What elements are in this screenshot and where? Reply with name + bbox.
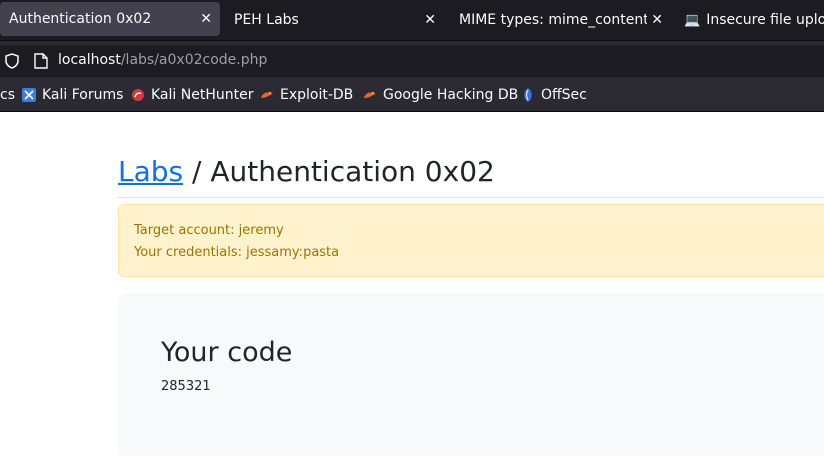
bookmark-offsec[interactable]: OffSec (521, 87, 587, 103)
bookmark-kali-nethunter[interactable]: Kali NetHunter (131, 87, 253, 103)
tab-label: Insecure file upload (706, 12, 824, 28)
url-path: /labs/a0x02code.php (120, 52, 268, 68)
url-bar[interactable]: localhost/labs/a0x02code.php (0, 45, 824, 77)
shield-icon[interactable] (4, 53, 20, 69)
credentials-text: Your credentials: jessamy:pasta (134, 245, 340, 260)
tab-bar: Authentication 0x02 ✕ PEH Labs ✕ MIME ty… (0, 0, 824, 40)
tab-mime-types[interactable]: MIME types: mime_content_t ✕ (451, 0, 669, 40)
close-icon[interactable]: ✕ (651, 12, 663, 28)
bookmark-google-hacking-db[interactable]: Google Hacking DB (363, 87, 518, 103)
credentials-alert: Target account: jeremy Your credentials:… (118, 204, 824, 277)
tab-label: PEH Labs (234, 12, 299, 28)
bookmark-label: OffSec (541, 87, 587, 103)
exploit-db-icon (261, 91, 273, 98)
bookmark-label: Kali NetHunter (151, 87, 254, 103)
page-icon[interactable] (34, 53, 48, 69)
bookmark-label: Google Hacking DB (383, 87, 519, 103)
tab-label: MIME types: mime_content_t (459, 12, 647, 28)
tab-label: Authentication 0x02 (9, 11, 152, 27)
offsec-icon (524, 88, 532, 102)
bookmark-kali-forums[interactable]: Kali Forums (22, 87, 123, 103)
ghdb-icon (364, 91, 376, 98)
tab-peh-labs[interactable]: PEH Labs ✕ (226, 0, 444, 40)
labs-breadcrumb-link[interactable]: Labs (118, 155, 183, 188)
bookmark-label: Exploit-DB (280, 87, 354, 103)
bookmark-exploit-db[interactable]: Exploit-DB (260, 87, 353, 103)
kali-forums-icon (22, 88, 36, 102)
url-text[interactable]: localhost/labs/a0x02code.php (58, 52, 267, 68)
close-icon[interactable]: ✕ (424, 12, 436, 28)
close-icon[interactable]: ✕ (200, 11, 212, 27)
code-value: 285321 (161, 379, 211, 394)
url-host: localhost (58, 52, 121, 68)
code-title: Your code (161, 337, 293, 368)
laptop-icon: 💻 (684, 12, 701, 28)
page-title-text: Authentication 0x02 (210, 155, 495, 188)
breadcrumb-separator: / (183, 155, 211, 188)
bookmarks-bar: cs Kali Forums Kali NetHunter Exploit-DB… (0, 80, 824, 112)
code-panel: Your code 285321 (118, 293, 824, 456)
bookmark-label: cs (0, 87, 15, 103)
target-account-text: Target account: jeremy (134, 223, 284, 238)
bookmark-label: Kali Forums (42, 87, 124, 103)
bookmark-tools-partial[interactable]: cs (0, 87, 15, 103)
page-title: Labs / Authentication 0x02 (118, 155, 495, 188)
tab-authentication[interactable]: Authentication 0x02 ✕ (0, 2, 220, 36)
navigation-bar: localhost/labs/a0x02code.php (0, 40, 824, 81)
title-divider (118, 197, 824, 198)
tab-insecure-upload[interactable]: 💻 Insecure file upload (677, 0, 824, 40)
nethunter-icon (132, 89, 144, 101)
